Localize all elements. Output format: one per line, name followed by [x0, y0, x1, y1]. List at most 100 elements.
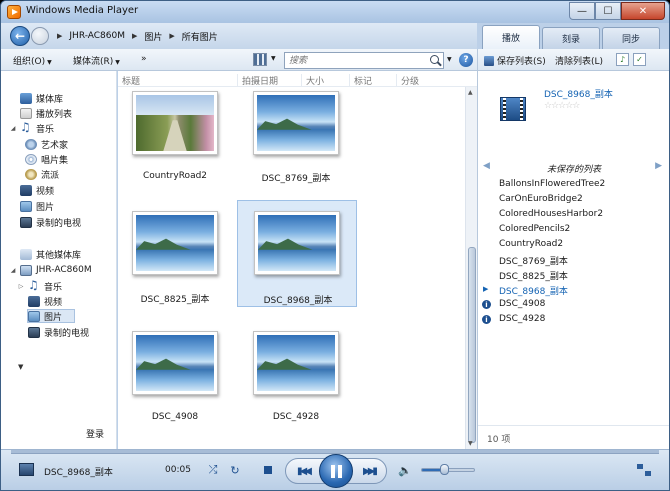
playlist-item-playing[interactable]: DSC_8968_副本	[499, 284, 568, 297]
sidebar-item-label: 视频	[44, 297, 63, 308]
column-header-title[interactable]: 标题	[118, 74, 140, 87]
sidebar-item-label: 唱片集	[41, 155, 69, 166]
tab-play[interactable]: 播放	[482, 25, 540, 49]
minimize-button[interactable]: —	[569, 2, 595, 20]
back-button[interactable]: ←	[10, 26, 30, 46]
stop-button[interactable]	[260, 462, 276, 478]
picture-thumbnail[interactable]: DSC_4928	[241, 321, 351, 426]
tab-sync[interactable]: 同步	[602, 27, 660, 49]
clear-list-button[interactable]: 清除列表(L)	[555, 54, 603, 67]
library-icon	[20, 92, 32, 104]
login-link[interactable]: 登录	[86, 427, 104, 440]
sidebar-item-music[interactable]: ◢ 音乐	[9, 120, 54, 135]
collapse-icon[interactable]: ◢	[9, 267, 17, 274]
sidebar-item-remote-music[interactable]: ▷ 音乐	[17, 278, 63, 293]
scroll-up-icon[interactable]: ▲	[468, 89, 473, 96]
sidebar-item-recorded-tv[interactable]: 录制的电视	[9, 215, 81, 229]
picture-thumbnail[interactable]: CountryRoad2	[120, 87, 230, 192]
collapse-icon[interactable]: ◢	[9, 125, 17, 132]
sidebar-item-remote-pictures[interactable]: 图片	[27, 309, 75, 323]
playlist-item[interactable]: CarOnEuroBridge2	[499, 194, 583, 204]
sidebar-item-remote-library[interactable]: ◢ JHR-AC860M	[9, 263, 92, 277]
organize-label: 组织(O)	[13, 57, 46, 67]
repeat-icon[interactable]: ↻	[227, 462, 243, 478]
close-button[interactable]: ✕	[621, 2, 665, 20]
tab-burn[interactable]: 刻录	[542, 27, 600, 49]
playlist-item[interactable]: DSC_4908	[499, 299, 545, 309]
forward-button[interactable]	[31, 27, 49, 45]
sidebar-item-remote-video[interactable]: 视频	[28, 294, 62, 308]
genre-icon	[25, 168, 37, 180]
playlist-item[interactable]: DSC_8825_副本	[499, 269, 568, 282]
info-icon[interactable]: i	[482, 315, 491, 324]
picture-thumbnail[interactable]: DSC_8825_副本	[120, 201, 230, 306]
search-icon[interactable]	[430, 55, 439, 64]
list-check-icon[interactable]: ✓	[633, 53, 646, 66]
scroll-down-icon[interactable]: ▼	[468, 440, 473, 447]
sidebar-item-album[interactable]: 唱片集	[25, 152, 68, 166]
search-input[interactable]	[285, 53, 425, 68]
help-icon[interactable]: ?	[459, 53, 473, 67]
sidebar-item-remote-tv[interactable]: 录制的电视	[28, 325, 89, 339]
previous-button[interactable]: ▮◀◀	[292, 463, 314, 479]
column-header-date-taken[interactable]: 拍摄日期	[237, 74, 278, 87]
maximize-button[interactable]: ☐	[595, 2, 621, 20]
list-options-icon[interactable]: ♪	[616, 53, 629, 66]
playlist-item[interactable]: ColoredPencils2	[499, 224, 570, 234]
search-dropdown-icon[interactable]: ▼	[447, 56, 452, 63]
tv-icon	[28, 326, 40, 338]
chevron-down-icon[interactable]: ▼	[271, 55, 276, 62]
save-list-button[interactable]: 保存列表(S)	[484, 54, 546, 67]
rating-stars[interactable]: ☆☆☆☆☆	[544, 101, 580, 111]
breadcrumb-chevron-icon[interactable]: ▶	[169, 32, 174, 40]
playlist-item[interactable]: DSC_4928	[499, 314, 545, 324]
volume-slider-handle[interactable]	[440, 464, 449, 475]
scroll-thumb[interactable]	[468, 247, 476, 443]
sidebar-item-label: 音乐	[44, 282, 63, 293]
artist-icon	[25, 138, 37, 150]
sidebar-item-library[interactable]: 媒体库	[9, 91, 63, 105]
column-header-rating[interactable]: 分级	[396, 74, 419, 87]
organize-menu[interactable]: 组织(O) ▼	[13, 54, 52, 67]
breadcrumb-item-all-pictures[interactable]: 所有图片	[182, 30, 218, 43]
sidebar-item-pictures[interactable]: 图片	[9, 199, 54, 213]
arrow-right-icon[interactable]: ▶	[655, 161, 662, 171]
more-options-button[interactable]: »	[141, 54, 147, 64]
list-options: ♪ ✓	[616, 53, 646, 66]
breadcrumb-chevron-icon[interactable]: ▶	[57, 32, 62, 40]
expand-icon[interactable]: ▷	[17, 283, 25, 290]
thumbnail-label: DSC_4908	[151, 412, 199, 422]
picture-thumbnail[interactable]: DSC_8769_副本	[241, 87, 351, 192]
chevron-down-icon[interactable]: ▼	[18, 363, 23, 371]
list-pane-toolbar: 保存列表(S) 清除列表(L) ♪ ✓	[478, 49, 669, 71]
playlist-item[interactable]: DSC_8769_副本	[499, 254, 568, 267]
breadcrumb-item-device[interactable]: JHR-AC860M	[69, 31, 125, 41]
breadcrumb-chevron-icon[interactable]: ▶	[132, 32, 137, 40]
picture-thumbnail-selected[interactable]: DSC_8968_副本	[237, 200, 357, 307]
now-playing-title[interactable]: DSC_8968_副本	[544, 87, 613, 100]
shuffle-icon[interactable]: ⤮	[205, 462, 221, 478]
column-header-size[interactable]: 大小	[301, 74, 324, 87]
sidebar-item-video[interactable]: 视频	[9, 183, 54, 197]
pause-button[interactable]	[319, 454, 353, 488]
next-button[interactable]: ▶▶▮	[358, 463, 380, 479]
switch-to-now-playing-icon[interactable]	[637, 464, 651, 476]
sidebar-item-playlists[interactable]: 播放列表	[9, 106, 72, 120]
playlist-item[interactable]: ColoredHousesHarbor2	[499, 209, 603, 219]
stream-menu[interactable]: 媒体流(R) ▼	[73, 54, 120, 67]
sidebar-item-genre[interactable]: 流派	[25, 167, 59, 181]
column-header-tags[interactable]: 标记	[349, 74, 372, 87]
sidebar-item-artist[interactable]: 艺术家	[25, 137, 68, 151]
playlist-item[interactable]: BallonsInFloweredTree2	[499, 179, 605, 189]
breadcrumb: ▶ JHR-AC860M ▶ 图片 ▶ 所有图片	[55, 27, 223, 45]
vertical-scrollbar[interactable]: ▲ ▼	[465, 87, 477, 449]
info-icon[interactable]: i	[482, 300, 491, 309]
thumbnail-image	[253, 91, 339, 155]
playlist-item[interactable]: CountryRoad2	[499, 239, 563, 249]
view-options-icon[interactable]	[253, 53, 267, 66]
breadcrumb-item-pictures[interactable]: 图片	[144, 30, 162, 43]
sidebar-item-other-libraries[interactable]: 其他媒体库	[9, 247, 81, 261]
speaker-icon[interactable]: 🔈	[397, 462, 413, 478]
picture-thumbnail[interactable]: DSC_4908	[120, 321, 230, 426]
playlist-header: ◀ 未保存的列表 ▶	[478, 161, 669, 175]
